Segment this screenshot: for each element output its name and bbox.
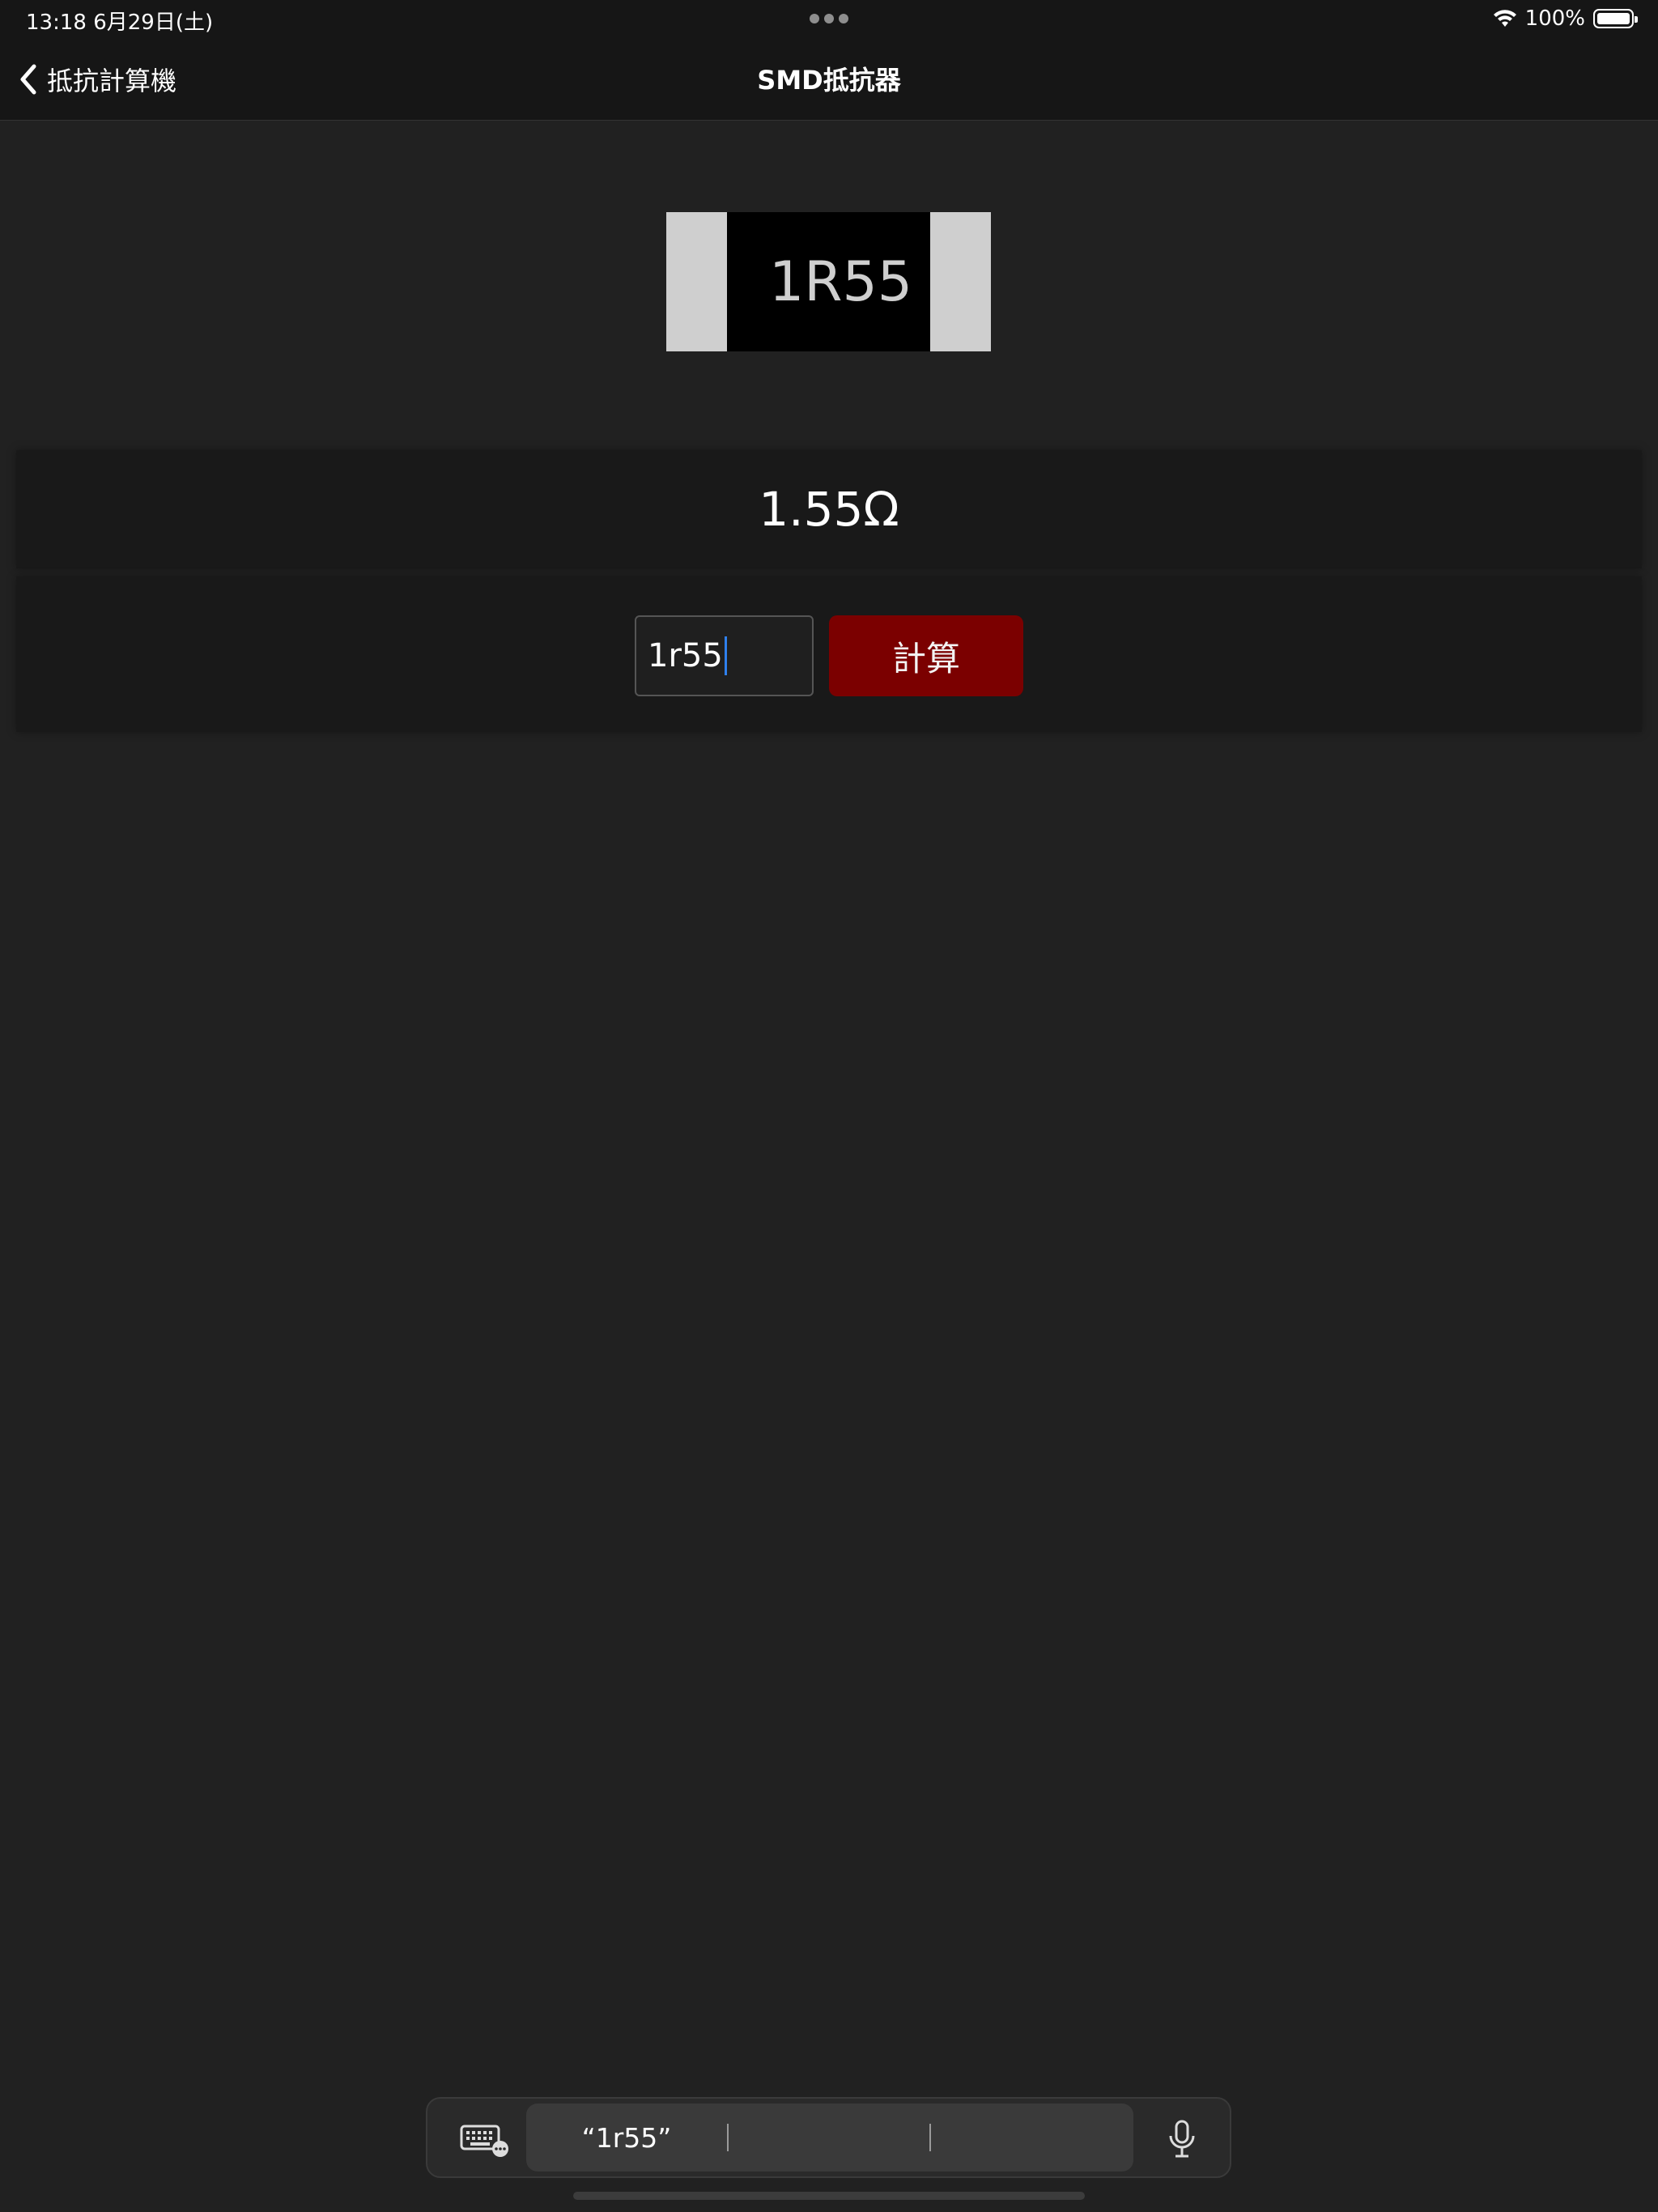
keyboard-icon[interactable] <box>460 2120 512 2159</box>
status-indicators: 100% <box>1493 5 1638 32</box>
suggestion-1[interactable]: “1r55” <box>526 2104 727 2172</box>
smd-resistor-graphic: 1R55 <box>666 212 991 351</box>
wifi-icon <box>1493 10 1516 27</box>
result-panel: 1.55Ω <box>16 450 1642 568</box>
status-bar: 13:18 6月29日(土) 100% <box>0 0 1658 39</box>
text-caret <box>724 636 727 675</box>
resistor-code: 1R55 <box>768 249 913 314</box>
keyboard-shortcut-bar: “1r55” <box>426 2097 1231 2178</box>
navigation-bar: 抵抗計算機 SMD抵抗器 <box>0 39 1658 121</box>
more-dots-icon[interactable] <box>810 13 848 24</box>
battery-level-fill <box>1597 13 1630 24</box>
suggestion-3[interactable] <box>931 2104 1133 2172</box>
resistor-left-terminal <box>666 212 727 351</box>
microphone-icon[interactable] <box>1163 2118 1201 2160</box>
battery-icon <box>1593 9 1638 28</box>
resistor-body: 1R55 <box>727 212 930 351</box>
resistor-right-terminal <box>930 212 991 351</box>
code-input[interactable]: 1r55 <box>635 615 814 696</box>
input-panel: 1r55 計算 <box>16 576 1642 732</box>
page-title: SMD抵抗器 <box>757 65 901 96</box>
battery-percent: 100% <box>1524 6 1585 31</box>
suggestion-area: “1r55” <box>526 2104 1133 2172</box>
home-indicator[interactable] <box>573 2192 1085 2200</box>
calculate-button[interactable]: 計算 <box>829 615 1023 696</box>
code-input-value: 1r55 <box>648 637 723 674</box>
status-time-date: 13:18 6月29日(土) <box>26 11 214 35</box>
resistance-result: 1.55Ω <box>759 482 899 537</box>
suggestion-2[interactable] <box>729 2104 929 2172</box>
